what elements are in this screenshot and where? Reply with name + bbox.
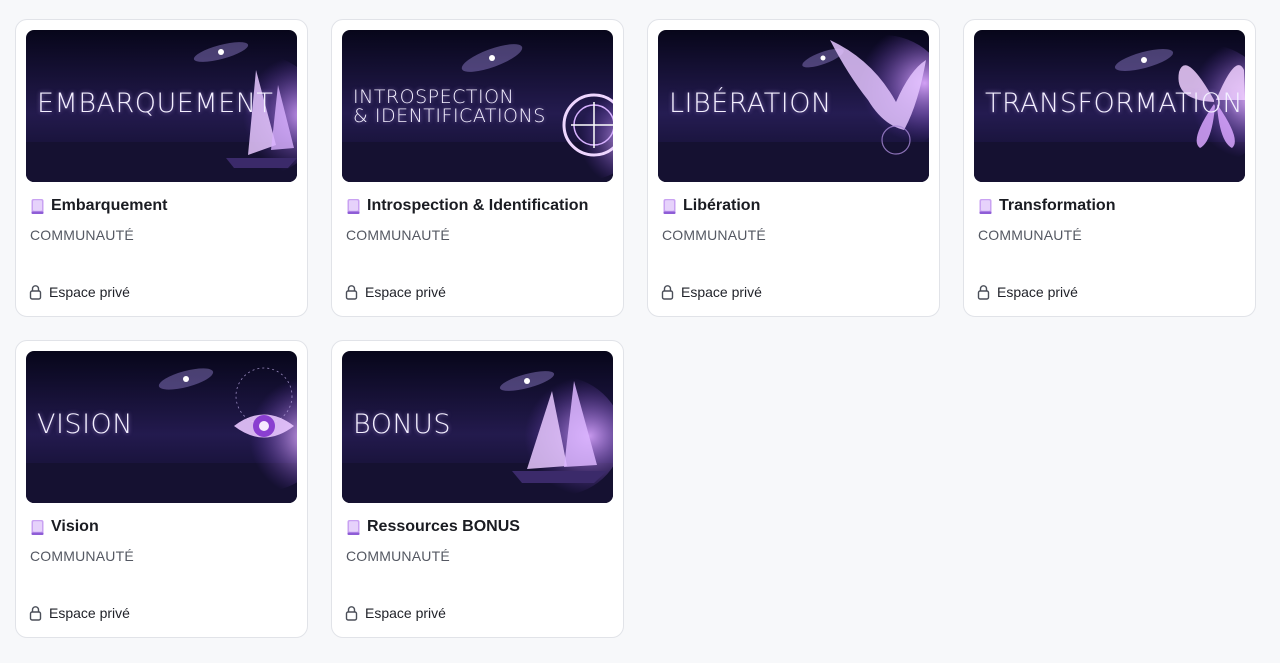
banner-text: VISION: [37, 409, 133, 440]
privacy-label: Espace privé: [365, 605, 446, 621]
space-banner: EMBARQUEMENT: [26, 30, 297, 182]
space-type-label: COMMUNAUTÉ: [30, 227, 134, 243]
space-title[interactable]: Embarquement: [51, 197, 167, 215]
lock-icon: [661, 285, 674, 300]
book-icon: [979, 198, 992, 214]
privacy-row: Espace privé: [344, 605, 446, 621]
space-card-introspection[interactable]: INTROSPECTION & IDENTIFICATIONS Introspe…: [331, 19, 624, 317]
space-type-label: COMMUNAUTÉ: [346, 548, 450, 564]
lock-icon: [29, 606, 42, 621]
lock-icon: [29, 285, 42, 300]
privacy-row: Espace privé: [28, 605, 130, 621]
space-title[interactable]: Transformation: [999, 197, 1115, 215]
privacy-row: Espace privé: [976, 284, 1078, 300]
privacy-label: Espace privé: [997, 284, 1078, 300]
privacy-label: Espace privé: [49, 284, 130, 300]
space-banner: TRANSFORMATION: [974, 30, 1245, 182]
space-card-ressources-bonus[interactable]: BONUS Ressources BONUS COMMUNAUTÉ Espace…: [331, 340, 624, 638]
space-title[interactable]: Libération: [683, 197, 760, 215]
lock-icon: [345, 606, 358, 621]
space-type-label: COMMUNAUTÉ: [346, 227, 450, 243]
banner-text: TRANSFORMATION: [985, 88, 1244, 119]
book-icon: [347, 519, 360, 535]
space-card-embarquement[interactable]: EMBARQUEMENT Embarquement COMMUNAUTÉ Esp…: [15, 19, 308, 317]
banner-text: LIBÉRATION: [669, 88, 832, 119]
space-type-label: COMMUNAUTÉ: [978, 227, 1082, 243]
space-banner: INTROSPECTION & IDENTIFICATIONS: [342, 30, 613, 182]
lock-icon: [977, 285, 990, 300]
space-title[interactable]: Ressources BONUS: [367, 518, 520, 536]
privacy-label: Espace privé: [49, 605, 130, 621]
space-banner: VISION: [26, 351, 297, 503]
space-type-label: COMMUNAUTÉ: [662, 227, 766, 243]
book-icon: [663, 198, 676, 214]
privacy-row: Espace privé: [28, 284, 130, 300]
space-title-row: Libération: [662, 197, 760, 215]
space-card-transformation[interactable]: TRANSFORMATION Transformation COMMUNAUTÉ…: [963, 19, 1256, 317]
space-title[interactable]: Introspection & Identification: [367, 197, 588, 215]
book-icon: [31, 519, 44, 535]
space-title-row: Ressources BONUS: [346, 518, 520, 536]
space-banner: BONUS: [342, 351, 613, 503]
space-title-row: Transformation: [978, 197, 1115, 215]
banner-text: INTROSPECTION & IDENTIFICATIONS: [353, 88, 546, 126]
space-card-liberation[interactable]: LIBÉRATION Libération COMMUNAUTÉ Espace …: [647, 19, 940, 317]
space-title-row: Vision: [30, 518, 99, 536]
privacy-row: Espace privé: [660, 284, 762, 300]
space-card-vision[interactable]: VISION Vision COMMUNAUTÉ Espace privé: [15, 340, 308, 638]
space-title-row: Introspection & Identification: [346, 197, 588, 215]
space-banner: LIBÉRATION: [658, 30, 929, 182]
banner-text-line: & IDENTIFICATIONS: [353, 105, 546, 127]
privacy-label: Espace privé: [365, 284, 446, 300]
space-title-row: Embarquement: [30, 197, 167, 215]
space-type-label: COMMUNAUTÉ: [30, 548, 134, 564]
banner-text: EMBARQUEMENT: [37, 88, 274, 119]
book-icon: [31, 198, 44, 214]
banner-text: BONUS: [353, 409, 452, 440]
space-title[interactable]: Vision: [51, 518, 99, 536]
privacy-label: Espace privé: [681, 284, 762, 300]
book-icon: [347, 198, 360, 214]
privacy-row: Espace privé: [344, 284, 446, 300]
spaces-grid: EMBARQUEMENT Embarquement COMMUNAUTÉ Esp…: [15, 19, 1256, 638]
lock-icon: [345, 285, 358, 300]
